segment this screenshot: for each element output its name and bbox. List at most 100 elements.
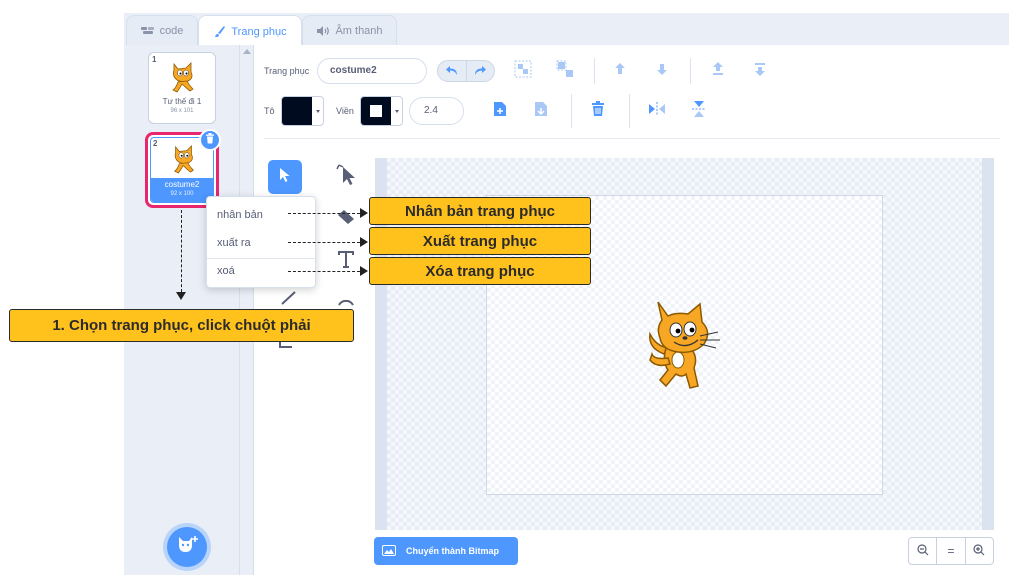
- costume-number: 2: [153, 139, 158, 148]
- costume-name: costume2: [164, 180, 200, 189]
- trash-icon: [591, 100, 605, 122]
- paste-icon: [534, 101, 548, 122]
- forward-button[interactable]: [610, 61, 630, 81]
- zoom-out-button[interactable]: [909, 538, 938, 564]
- arrow-cursor-icon: [279, 167, 291, 188]
- copy-button[interactable]: [490, 101, 510, 121]
- arrow-right-icon: [360, 208, 368, 218]
- caret-down-icon: [391, 97, 402, 125]
- costume-size: 96 x 101: [170, 108, 194, 114]
- redo-button[interactable]: [466, 60, 495, 82]
- send-to-back-icon: [752, 61, 768, 82]
- delete-button[interactable]: [588, 100, 608, 122]
- reshape-cursor-icon: [336, 163, 356, 191]
- arrow-right-icon: [360, 266, 368, 276]
- annotation-arrow-line: [288, 242, 360, 243]
- zoom-reset-button[interactable]: =: [937, 538, 966, 564]
- callout-step1: 1. Chọn trang phục, click chuột phải: [9, 309, 354, 342]
- eraser-icon: [336, 209, 356, 230]
- eraser-tool-button[interactable]: [333, 206, 359, 232]
- outline-color-picker[interactable]: [360, 96, 403, 126]
- tab-costumes[interactable]: Trang phục: [198, 15, 302, 47]
- toolbar-divider: [594, 58, 595, 84]
- outline-label: Viền: [336, 106, 354, 116]
- arrow-up-icon: [612, 61, 628, 82]
- callout-delete: Xóa trang phục: [369, 257, 591, 285]
- paste-button[interactable]: [531, 101, 551, 121]
- brush-icon: [213, 25, 226, 38]
- callout-export: Xuất trang phục: [369, 227, 591, 255]
- toolbar-divider: [264, 138, 1000, 139]
- toolbar-divider: [690, 58, 691, 84]
- convert-to-bitmap-button[interactable]: Chuyển thành Bitmap: [374, 537, 518, 565]
- front-button[interactable]: [708, 61, 728, 81]
- ungroup-icon: [556, 60, 574, 83]
- undo-icon: [445, 62, 458, 80]
- tab-costumes-label: Trang phục: [231, 25, 287, 38]
- speaker-icon: [316, 26, 330, 36]
- annotation-arrow-line: [288, 213, 360, 214]
- undo-button[interactable]: [437, 60, 467, 82]
- ungroup-button[interactable]: [555, 60, 575, 83]
- zoom-out-icon: [917, 543, 929, 559]
- costume-size: 92 x 100: [170, 191, 194, 197]
- delete-costume-button[interactable]: [199, 129, 221, 151]
- reshape-tool-button[interactable]: [331, 162, 361, 192]
- canvas-edge: [982, 158, 994, 530]
- cat-sprite-thumbnail: [170, 143, 198, 180]
- caret-down-icon: [312, 97, 323, 125]
- add-costume-button[interactable]: [167, 527, 207, 567]
- back-button[interactable]: [750, 61, 770, 81]
- circle-icon: [336, 292, 356, 311]
- annotation-arrow-line: [181, 210, 182, 292]
- arrow-down-icon: [176, 292, 186, 300]
- redo-icon: [474, 62, 487, 80]
- tab-code-label: code: [159, 25, 184, 37]
- costume-number: 1: [152, 55, 157, 64]
- flip-horizontal-button[interactable]: [647, 101, 667, 121]
- annotation-arrow-line: [288, 271, 360, 272]
- zoom-in-icon: [973, 543, 985, 559]
- toolbar-divider: [629, 94, 630, 128]
- group-button[interactable]: [513, 60, 533, 83]
- arrow-right-icon: [360, 237, 368, 247]
- trash-icon: [205, 131, 215, 149]
- tab-sounds[interactable]: Âm thanh: [302, 15, 397, 46]
- stroke-width-input[interactable]: 2.4: [409, 97, 464, 125]
- cat-sprite[interactable]: [642, 298, 728, 397]
- fill-color-swatch: [282, 97, 312, 125]
- undo-redo-group: [437, 60, 495, 82]
- text-icon: [337, 250, 355, 273]
- backward-button[interactable]: [652, 61, 672, 81]
- arrow-down-icon: [654, 61, 670, 82]
- costume-name: Tư thế đi 1: [162, 97, 202, 106]
- zoom-in-button[interactable]: [966, 538, 993, 564]
- flip-vertical-icon: [692, 100, 706, 123]
- code-icon: [140, 26, 155, 36]
- tab-sounds-label: Âm thanh: [335, 25, 383, 37]
- costume-name-input[interactable]: costume2: [317, 58, 427, 84]
- group-icon: [514, 60, 532, 83]
- scroll-up-icon[interactable]: [243, 49, 251, 54]
- tab-code[interactable]: code: [126, 15, 198, 46]
- paint-editor-screen: code Trang phục Âm thanh 1 Tư thế đi 1 9…: [0, 0, 1016, 582]
- line-icon: [278, 290, 296, 310]
- costume-name-label: Trang phục: [264, 66, 310, 76]
- zoom-controls: =: [908, 537, 994, 565]
- menu-item-export[interactable]: xuất ra: [217, 237, 251, 249]
- costume-item-1[interactable]: 1 Tư thế đi 1 96 x 101: [148, 52, 216, 124]
- fill-label: Tô: [264, 106, 275, 116]
- menu-divider: [207, 258, 315, 259]
- menu-item-duplicate[interactable]: nhân bản: [217, 209, 263, 221]
- convert-to-bitmap-label: Chuyển thành Bitmap: [406, 546, 500, 556]
- flip-vertical-button[interactable]: [689, 100, 709, 123]
- copy-icon: [493, 101, 507, 122]
- image-icon: [382, 544, 396, 558]
- cat-sprite-thumbnail: [168, 60, 198, 99]
- fill-color-picker[interactable]: [281, 96, 324, 126]
- menu-item-delete[interactable]: xoá: [217, 265, 235, 277]
- cat-add-icon: [176, 535, 198, 560]
- outline-color-swatch: [361, 97, 391, 125]
- toolbar-divider: [571, 94, 572, 128]
- select-tool-button[interactable]: [268, 160, 302, 194]
